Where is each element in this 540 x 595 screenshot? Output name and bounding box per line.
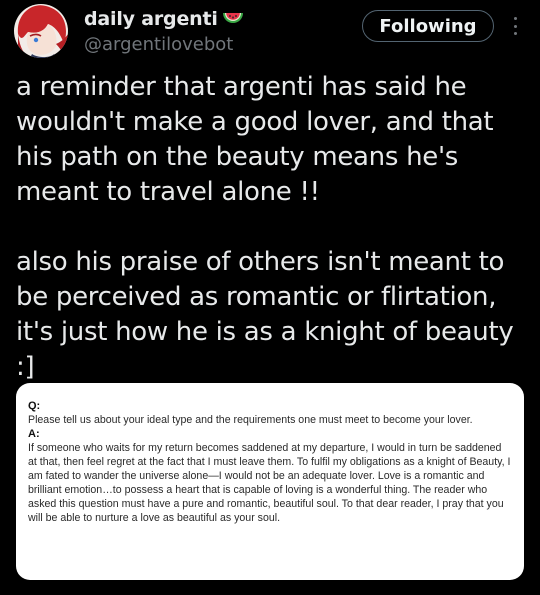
avatar-image <box>14 4 68 58</box>
avatar[interactable] <box>14 4 68 58</box>
display-name-row: daily argenti <box>84 6 244 32</box>
answer-label: A: <box>28 428 40 440</box>
question-label: Q: <box>28 400 41 412</box>
answer-text: If someone who waits for my return becom… <box>28 442 511 524</box>
tweet: daily argenti @argentilovebot Following … <box>0 0 540 595</box>
user-handle[interactable]: @argentilovebot <box>84 34 244 55</box>
tweet-paragraph: also his praise of others isn't meant to… <box>16 247 514 382</box>
display-name[interactable]: daily argenti <box>84 8 218 30</box>
more-options-icon[interactable] <box>508 14 522 38</box>
tweet-text: a reminder that argenti has said he woul… <box>16 70 531 385</box>
author-names: daily argenti @argentilovebot <box>84 6 244 55</box>
tweet-paragraph: a reminder that argenti has said he woul… <box>16 72 494 207</box>
watermelon-icon <box>222 11 244 27</box>
question-text: Please tell us about your ideal type and… <box>28 414 473 426</box>
attached-image[interactable]: Q: Please tell us about your ideal type … <box>16 383 524 580</box>
following-button[interactable]: Following <box>362 10 494 42</box>
